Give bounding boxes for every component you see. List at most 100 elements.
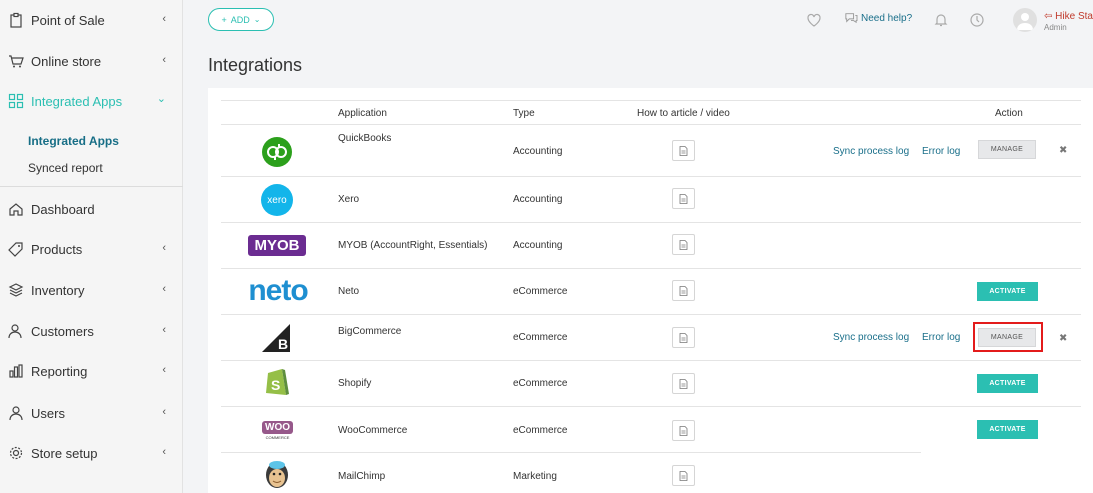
column-header-application: Application: [338, 108, 387, 119]
page-title: Integrations: [208, 55, 303, 75]
sidebar-item-label: Integrated Apps: [31, 93, 123, 109]
app-name: Neto: [338, 286, 360, 297]
column-header-howto: How to article / video: [637, 108, 730, 119]
layers-icon: [7, 281, 25, 299]
apps-grid-icon: [7, 92, 25, 110]
row-divider: [221, 222, 1081, 223]
chevron-left-icon: ‹: [162, 242, 166, 254]
sync-process-log-link[interactable]: Sync process log: [833, 332, 909, 343]
tag-icon: [7, 240, 25, 258]
chat-icon: [845, 13, 858, 24]
clock-icon[interactable]: [969, 12, 985, 28]
sidebar-item-dashboard[interactable]: Dashboard: [0, 189, 183, 229]
xero-logo-text: xero: [267, 194, 287, 206]
bigcommerce-logo: B: [262, 324, 292, 352]
document-icon[interactable]: [672, 465, 695, 486]
sidebar-item-label: Store setup: [31, 445, 98, 461]
document-icon[interactable]: [672, 188, 695, 209]
error-log-link[interactable]: Error log: [922, 332, 960, 343]
sidebar-item-label: Users: [31, 405, 65, 421]
sidebar-item-online-store[interactable]: Online store ‹: [0, 41, 183, 81]
app-name: Shopify: [338, 378, 372, 389]
sync-process-log-link[interactable]: Sync process log: [833, 146, 909, 157]
sidebar-item-label: Online store: [31, 53, 102, 69]
avatar[interactable]: [1013, 8, 1037, 32]
chevron-left-icon: ‹: [162, 283, 166, 295]
app-type: Accounting: [513, 240, 563, 251]
manage-button[interactable]: MANAGE: [978, 140, 1036, 159]
user-name[interactable]: ⇦ Hike Sta: [1044, 11, 1093, 22]
app-name: Xero: [338, 194, 360, 205]
document-icon[interactable]: [672, 327, 695, 348]
app-type: eCommerce: [513, 378, 568, 389]
sidebar-item-label: Customers: [31, 323, 94, 339]
shopify-logo: S: [263, 365, 291, 397]
row-divider: [221, 176, 1081, 177]
home-icon: [7, 200, 25, 218]
sidebar-item-store-setup[interactable]: Store setup ‹: [0, 433, 183, 473]
user-name-text: Hike Sta: [1055, 11, 1093, 22]
customers-icon: [7, 322, 25, 340]
activate-button[interactable]: ACTIVATE: [977, 420, 1038, 439]
close-icon[interactable]: ✖: [1059, 145, 1067, 156]
row-divider: [221, 268, 1081, 269]
activate-button[interactable]: ACTIVATE: [977, 282, 1038, 301]
sidebar-item-label: Point of Sale: [31, 12, 105, 28]
mailchimp-logo: [262, 457, 292, 491]
row-divider: [221, 406, 1081, 407]
sidebar-item-users[interactable]: Users ‹: [0, 393, 183, 433]
sidebar-item-products[interactable]: Products ‹: [0, 229, 183, 269]
quickbooks-logo: [262, 137, 292, 167]
row-divider: [221, 314, 1081, 315]
document-icon[interactable]: [672, 140, 695, 161]
error-log-link[interactable]: Error log: [922, 146, 960, 157]
cart-icon: [7, 52, 25, 70]
sidebar-item-integrated-apps[interactable]: Integrated Apps ⌄: [0, 81, 183, 121]
chevron-left-icon: ‹: [162, 13, 166, 25]
app-name: BigCommerce: [338, 326, 402, 337]
sidebar-item-point-of-sale[interactable]: Point of Sale ‹: [0, 0, 183, 40]
sub-item-integrated-apps[interactable]: Integrated Apps: [28, 134, 119, 148]
app-name: MailChimp: [338, 471, 386, 482]
heart-icon[interactable]: [806, 12, 822, 28]
neto-logo: neto: [243, 274, 313, 308]
bar-chart-icon: [7, 362, 25, 380]
svg-text:S: S: [271, 377, 280, 393]
sidebar-divider: [0, 186, 183, 187]
help-link[interactable]: Need help?: [844, 12, 912, 24]
sub-item-synced-report[interactable]: Synced report: [28, 161, 103, 175]
close-icon[interactable]: ✖: [1059, 333, 1067, 344]
chevron-left-icon: ‹: [162, 446, 166, 458]
document-icon[interactable]: [672, 280, 695, 301]
document-icon[interactable]: [672, 373, 695, 394]
column-header-action: Action: [995, 108, 1023, 119]
bell-icon[interactable]: [933, 12, 949, 28]
column-header-type: Type: [513, 108, 535, 119]
user-role: Admin: [1044, 23, 1067, 32]
document-icon[interactable]: [672, 234, 695, 255]
app-name: MYOB (AccountRight, Essentials): [338, 240, 488, 251]
svg-text:B: B: [278, 336, 288, 352]
neto-logo-text: neto: [248, 274, 308, 307]
sidebar-item-customers[interactable]: Customers ‹: [0, 311, 183, 351]
activate-button[interactable]: ACTIVATE: [977, 374, 1038, 393]
row-divider: [221, 360, 1081, 361]
highlight-box: [973, 322, 1043, 352]
sidebar-item-label: Inventory: [31, 282, 85, 298]
document-icon[interactable]: [672, 420, 695, 441]
chevron-left-icon: ‹: [162, 54, 166, 66]
sidebar-item-label: Products: [31, 241, 83, 257]
xero-logo: xero: [261, 184, 293, 216]
myob-logo-text: MYOB: [254, 237, 300, 254]
switch-arrow-icon: ⇦: [1044, 11, 1056, 22]
chevron-down-icon: ⌄: [156, 93, 166, 105]
sidebar-item-inventory[interactable]: Inventory ‹: [0, 270, 183, 310]
add-button-label: ADD: [230, 14, 250, 25]
woocommerce-logo: WOO COMMERCE: [262, 418, 293, 442]
myob-logo: MYOB: [248, 235, 306, 256]
sidebar-item-reporting[interactable]: Reporting ‹: [0, 351, 183, 391]
app-type: Marketing: [513, 471, 557, 482]
sidebar: Point of Sale ‹ Online store ‹ Integrate…: [0, 0, 183, 493]
header-divider: [221, 124, 1081, 125]
add-button[interactable]: + ADD ⌄: [208, 8, 274, 31]
